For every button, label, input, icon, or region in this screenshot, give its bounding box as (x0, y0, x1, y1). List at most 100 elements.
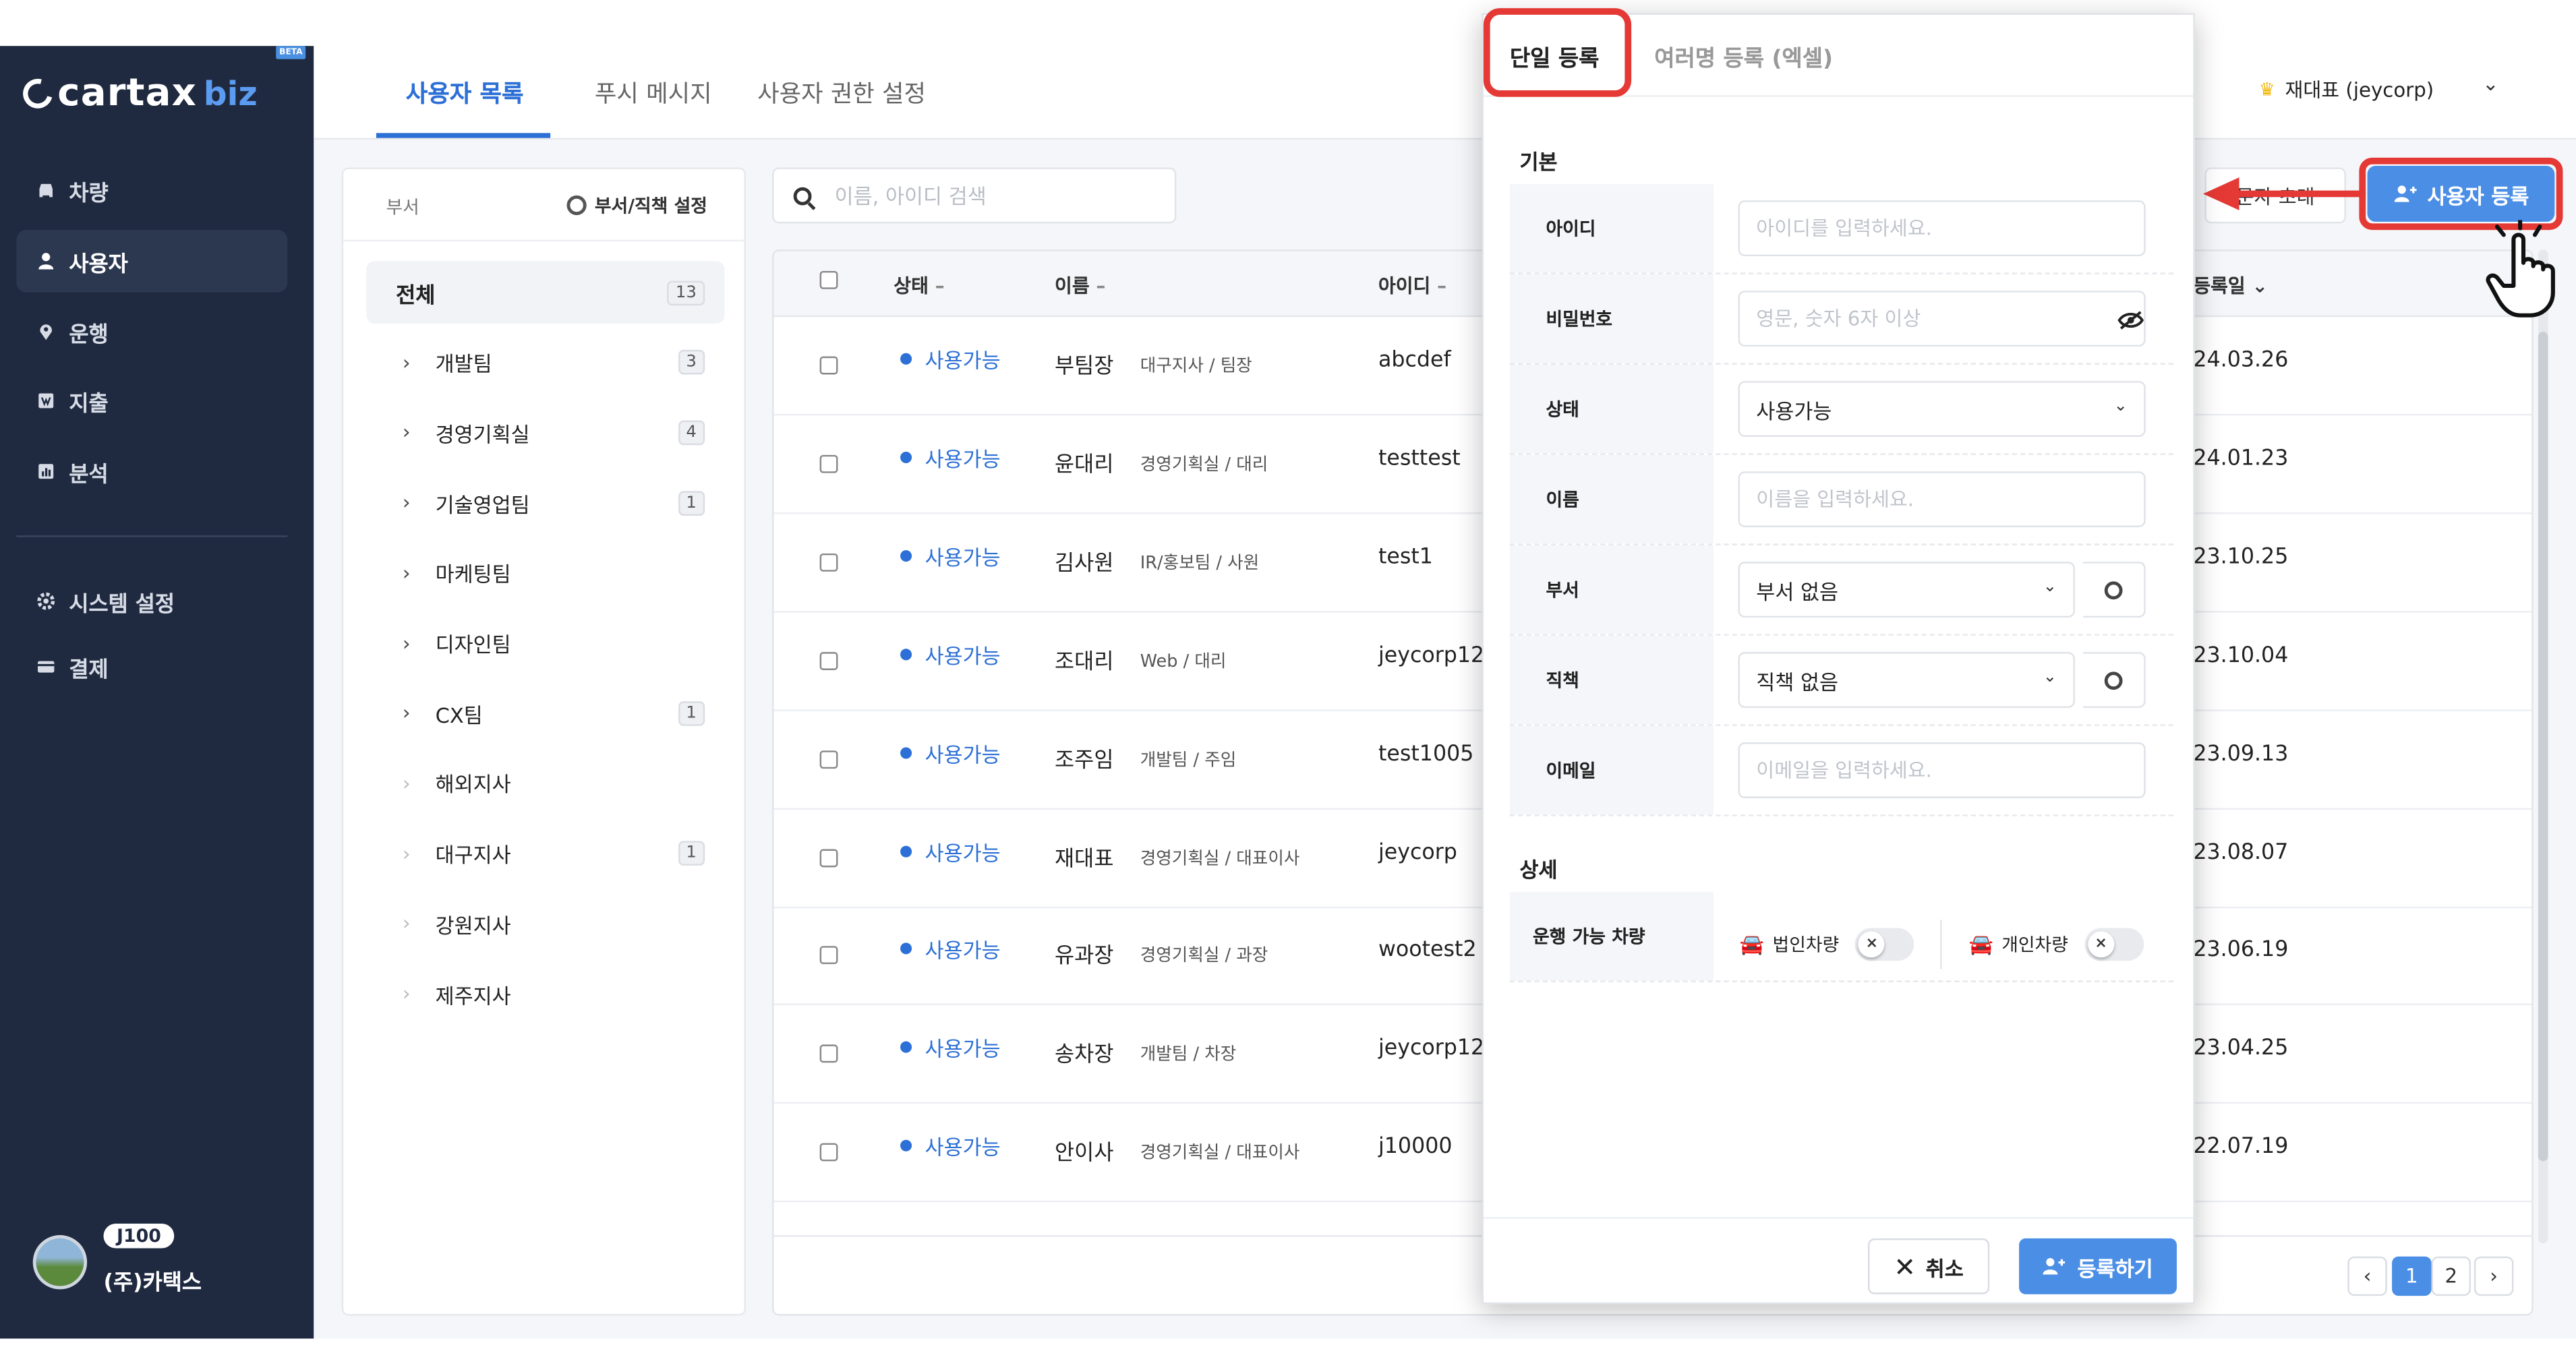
chevron-right-icon[interactable]: › (403, 702, 426, 725)
status-cell: 사용가능 (900, 737, 1001, 768)
chevron-right-icon[interactable]: › (403, 982, 426, 1005)
department-item[interactable]: › 기술영업팀 1 (366, 471, 724, 534)
field-row-department: 부서 부서 없음 ⌄ (1509, 545, 2174, 636)
row-checkbox[interactable] (819, 1045, 838, 1063)
registered-date: 23.10.25 (2193, 545, 2289, 570)
chevron-right-icon[interactable]: › (403, 772, 426, 795)
pager-next-button[interactable]: › (2473, 1256, 2514, 1296)
select-all-checkbox[interactable] (819, 270, 838, 289)
modal-footer: ✕ 취소 등록하기 (1483, 1217, 2194, 1303)
submit-label: 등록하기 (2077, 1255, 2153, 1281)
eye-off-icon[interactable] (2117, 310, 2144, 330)
search-box[interactable] (772, 167, 1177, 224)
nav-item-analytics[interactable]: 분석 (16, 440, 287, 503)
user-name: 유과장 (1055, 945, 1114, 970)
row-checkbox[interactable] (819, 651, 838, 670)
nav-item-expenses[interactable]: 지출 (16, 369, 287, 432)
row-checkbox[interactable] (819, 356, 838, 375)
row-checkbox[interactable] (819, 1143, 838, 1162)
department-item[interactable]: › 개발팀 3 (366, 331, 724, 394)
avatar (32, 1235, 88, 1290)
user-department-position: IR/홍보팀 / 사원 (1140, 553, 1260, 573)
modal-tabs: 단일 등록 여러명 등록 (엑셀) (1483, 8, 2194, 97)
nav-item-trips[interactable]: 운행 (16, 301, 287, 363)
column-name[interactable]: 이름 – (1055, 272, 1105, 299)
row-checkbox[interactable] (819, 454, 838, 473)
department-name: 강원지사 (435, 913, 511, 938)
pager-page-2[interactable]: 2 (2431, 1256, 2471, 1296)
chevron-right-icon[interactable]: › (403, 842, 426, 865)
chevron-down-icon[interactable]: ⌄ (2482, 72, 2499, 95)
position-settings-gear-button[interactable] (2083, 652, 2146, 709)
chevron-right-icon[interactable]: › (403, 562, 426, 585)
pager-prev-button[interactable]: ‹ (2347, 1256, 2387, 1296)
department-item[interactable]: › 해외지사 (366, 752, 724, 815)
nav-item-billing[interactable]: 결제 (16, 636, 287, 698)
department-item-all[interactable]: 전체 13 (366, 261, 725, 324)
user-department-position: 개발팀 / 차장 (1140, 1045, 1237, 1065)
nav-item-users[interactable]: 사용자 (16, 230, 288, 293)
chevron-right-icon[interactable]: › (403, 491, 426, 514)
department-item[interactable]: › 대구지사 1 (366, 822, 724, 885)
chevron-right-icon[interactable]: › (403, 351, 426, 374)
department-name: 디자인팀 (435, 632, 511, 657)
department-item[interactable]: › 마케팅팀 (366, 541, 724, 604)
position-select[interactable]: 직책 없음 ⌄ (1738, 652, 2075, 709)
user-name: 안이사 (1055, 1141, 1114, 1167)
tab-user-permissions[interactable]: 사용자 권한 설정 (757, 76, 926, 110)
search-input[interactable] (831, 181, 1144, 210)
department-settings-gear-button[interactable] (2083, 562, 2146, 618)
table-scroll-thumb[interactable] (2538, 332, 2548, 1162)
corporate-vehicle-toggle[interactable]: × (1855, 928, 1915, 961)
id-input[interactable] (1738, 200, 2146, 257)
tab-user-list[interactable]: 사용자 목록 (406, 76, 524, 110)
column-name-label: 이름 (1055, 274, 1090, 297)
nav-item-system-settings[interactable]: 시스템 설정 (16, 570, 287, 632)
department-settings-button[interactable]: 부서/직책 설정 (566, 192, 707, 218)
department-name: 마케팅팀 (435, 562, 511, 587)
nav-label: 분석 (69, 462, 109, 487)
department-item[interactable]: › 강원지사 (366, 893, 724, 955)
department-item[interactable]: › 경영기획실 4 (366, 401, 724, 464)
logo[interactable]: cartax biz (18, 69, 258, 118)
registered-date: 23.10.04 (2193, 643, 2289, 668)
row-checkbox[interactable] (819, 750, 838, 769)
submit-register-button[interactable]: 등록하기 (2019, 1238, 2177, 1294)
chevron-right-icon[interactable]: › (403, 632, 426, 655)
add-user-icon (2043, 1258, 2066, 1275)
chevron-right-icon[interactable]: › (403, 421, 426, 444)
nav-item-vehicles[interactable]: 차량 (16, 159, 287, 222)
department-select[interactable]: 부서 없음 ⌄ (1738, 562, 2075, 618)
tab-push-message[interactable]: 푸시 메시지 (595, 76, 712, 110)
department-item[interactable]: › 제주지사 (366, 963, 724, 1025)
cancel-button[interactable]: ✕ 취소 (1867, 1238, 1990, 1294)
org-profile[interactable]: J100 (주)카택스 (32, 1223, 202, 1296)
department-settings-label: 부서/직책 설정 (594, 195, 707, 217)
chevron-down-icon: ⌄ (2043, 668, 2057, 687)
personal-vehicle-toggle[interactable]: × (2084, 928, 2144, 961)
chevron-right-icon[interactable]: › (403, 912, 426, 935)
name-input[interactable] (1738, 471, 2146, 528)
user-menu[interactable]: ♛ 재대표 (jeycorp) (2259, 76, 2434, 103)
department-count-badge: 1 (678, 490, 705, 515)
row-checkbox[interactable] (819, 553, 838, 572)
column-status[interactable]: 상태 – (894, 272, 944, 299)
department-count-badge: 3 (678, 350, 705, 375)
user-name: 송차장 (1055, 1043, 1114, 1069)
department-item[interactable]: › CX팀 1 (366, 682, 724, 744)
status-select[interactable]: 사용가능 ⌄ (1738, 381, 2146, 438)
sort-icon: – (1096, 274, 1106, 297)
pager-page-1[interactable]: 1 (2392, 1256, 2432, 1296)
tab-bulk-register[interactable]: 여러명 등록 (엑셀) (1654, 39, 1833, 72)
column-date[interactable]: 등록일 ⌄ (2193, 272, 2268, 299)
nav-label: 시스템 설정 (69, 592, 175, 617)
user-department-position: 경영기획실 / 과장 (1140, 947, 1268, 967)
email-input[interactable] (1738, 742, 2146, 798)
column-id[interactable]: 아이디 – (1378, 272, 1446, 299)
row-checkbox[interactable] (819, 947, 838, 965)
field-label-name: 이름 (1509, 454, 1714, 544)
department-name: 해외지사 (435, 772, 511, 798)
row-checkbox[interactable] (819, 848, 838, 867)
password-input[interactable] (1738, 291, 2146, 347)
department-item[interactable]: › 디자인팀 (366, 611, 724, 674)
